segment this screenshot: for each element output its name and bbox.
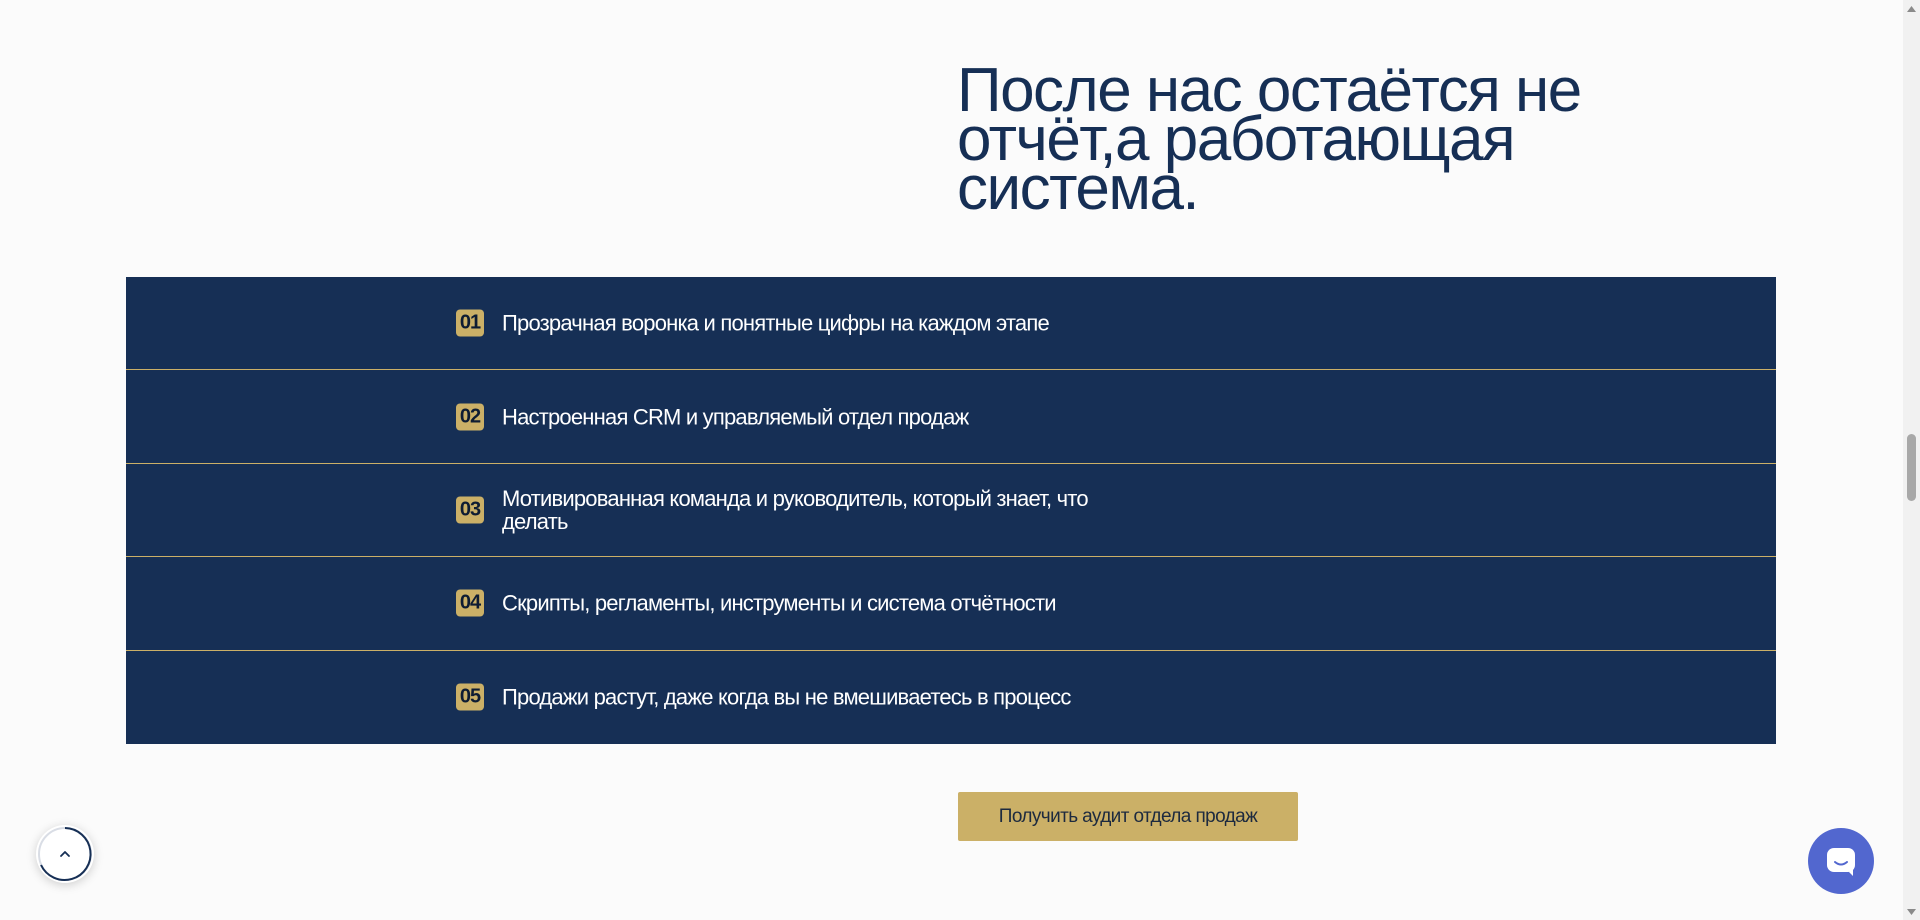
scrollbar-thumb[interactable]	[1907, 434, 1916, 501]
result-text: Мотивированная команда и руководитель, к…	[502, 485, 1089, 534]
result-number: 04	[456, 589, 484, 617]
chevron-up-icon	[60, 851, 70, 857]
result-text: Прозрачная воронка и понятные цифры на к…	[502, 310, 1050, 336]
page-scrollbar[interactable]	[1903, 0, 1920, 920]
result-item-5: 05 Продажи растут, даже когда вы не вмеш…	[126, 651, 1776, 744]
page: После нас остаётся не отчёт,а работающая…	[0, 0, 1920, 920]
get-audit-button[interactable]: Получить аудит отдела продаж	[958, 792, 1298, 841]
section-headline: После нас остаётся не отчёт,а работающая…	[957, 56, 1582, 223]
result-item-1: 01 Прозрачная воронка и понятные цифры н…	[126, 277, 1776, 371]
scroll-down-arrow-icon[interactable]	[1903, 903, 1920, 920]
result-number: 05	[456, 683, 484, 711]
result-text: Настроенная CRM и управляемый отдел прод…	[502, 404, 969, 430]
chat-button[interactable]	[1808, 828, 1874, 894]
result-item-2: 02 Настроенная CRM и управляемый отдел п…	[126, 370, 1776, 464]
result-number: 02	[456, 403, 484, 431]
result-number: 03	[456, 496, 484, 524]
result-text: Продажи растут, даже когда вы не вмешива…	[502, 684, 1071, 710]
result-text: Скрипты, регламенты, инструменты и систе…	[502, 590, 1057, 616]
chat-bubble-icon	[1827, 848, 1855, 876]
result-item-3: 03 Мотивированная команда и руководитель…	[126, 464, 1776, 558]
result-item-4: 04 Скрипты, регламенты, инструменты и си…	[126, 557, 1776, 651]
results-list: 01 Прозрачная воронка и понятные цифры н…	[126, 277, 1776, 744]
result-number: 01	[456, 309, 484, 337]
scroll-to-top-button[interactable]	[36, 825, 94, 883]
scroll-up-arrow-icon[interactable]	[1903, 0, 1920, 17]
